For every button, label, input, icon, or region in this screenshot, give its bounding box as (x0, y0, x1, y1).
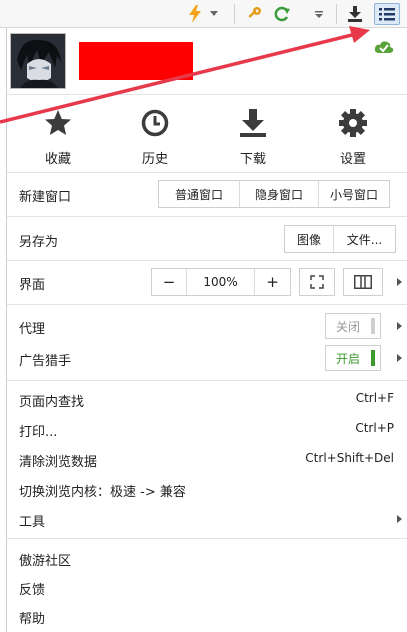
settings-button[interactable]: 设置 (313, 94, 393, 172)
download-label: 下载 (239, 152, 266, 167)
gear-icon (339, 109, 367, 137)
alt-account-window-button[interactable]: 小号窗口 (318, 181, 389, 207)
submenu-arrow-icon (397, 322, 402, 330)
help-item[interactable]: 帮助 (7, 603, 407, 629)
proxy-toggle[interactable]: 关闭 (325, 313, 381, 339)
toolbar-divider (336, 4, 337, 24)
menu-more-icon[interactable] (312, 3, 326, 25)
print-label: 打印... (19, 425, 58, 440)
print-item[interactable]: 打印... Ctrl+P (7, 416, 407, 442)
settings-label: 设置 (339, 152, 366, 167)
submenu-arrow-icon (397, 515, 402, 523)
layout-button[interactable] (343, 268, 383, 296)
tools-item[interactable]: 工具 (7, 506, 407, 532)
zoom-out-button[interactable]: − (152, 269, 186, 295)
toggle-indicator (371, 350, 375, 366)
interface-row: 界面 − 100% + (7, 267, 407, 297)
divider (7, 380, 407, 381)
tools-label: 工具 (19, 515, 46, 530)
divider (7, 172, 407, 173)
switch-kernel-item[interactable]: 切换浏览内核：极速 -> 兼容 (7, 476, 407, 502)
clear-shortcut: Ctrl+Shift+Del (305, 451, 394, 465)
main-menu-button[interactable] (374, 3, 400, 25)
download-icon (240, 109, 266, 137)
zoom-controls: − 100% + (151, 268, 291, 296)
incognito-window-button[interactable]: 隐身窗口 (239, 181, 318, 207)
lightning-icon[interactable] (184, 3, 206, 25)
main-menu-panel: 收藏 历史 下载 设置 新建窗口 普通窗口 隐身窗口 小号窗口 另存为 图像 文… (6, 28, 407, 632)
fullscreen-button[interactable] (299, 268, 335, 296)
adblock-toggle[interactable]: 开启 (325, 345, 381, 371)
find-shortcut: Ctrl+F (355, 391, 394, 405)
save-file-button[interactable]: 文件... (333, 226, 395, 252)
redacted-username (79, 42, 193, 80)
toolbar-divider (234, 4, 235, 24)
quick-actions-bar: 收藏 历史 下载 设置 (7, 94, 407, 172)
find-label: 页面内查找 (19, 395, 85, 410)
clock-icon (141, 109, 169, 137)
favorites-button[interactable]: 收藏 (18, 94, 98, 172)
new-window-buttons: 普通窗口 隐身窗口 小号窗口 (158, 180, 390, 208)
submenu-arrow-icon (397, 278, 402, 286)
save-as-label: 另存为 (19, 235, 59, 250)
zoom-in-button[interactable]: + (254, 269, 290, 295)
key-icon[interactable] (243, 3, 265, 25)
download-icon[interactable] (344, 3, 366, 25)
proxy-row[interactable]: 代理 关闭 (7, 312, 407, 340)
divider (7, 538, 407, 539)
adblock-row[interactable]: 广告猎手 开启 (7, 344, 407, 372)
help-label: 帮助 (19, 612, 46, 627)
columns-icon (354, 275, 372, 289)
community-item[interactable]: 傲游社区 (7, 545, 407, 571)
avatar[interactable] (10, 33, 66, 89)
adblock-state: 开启 (336, 351, 361, 366)
profile-section (7, 28, 407, 94)
save-as-buttons: 图像 文件... (284, 225, 396, 253)
interface-label: 界面 (19, 278, 46, 293)
divider (7, 260, 407, 261)
refresh-icon[interactable] (271, 3, 293, 25)
browser-toolbar (0, 0, 407, 28)
print-shortcut: Ctrl+P (355, 421, 394, 435)
divider (7, 216, 407, 217)
divider (7, 304, 407, 305)
normal-window-button[interactable]: 普通窗口 (159, 181, 239, 207)
submenu-arrow-icon (397, 354, 402, 362)
save-image-button[interactable]: 图像 (285, 226, 333, 252)
clear-data-item[interactable]: 清除浏览数据 Ctrl+Shift+Del (7, 446, 407, 472)
feedback-item[interactable]: 反馈 (7, 574, 407, 600)
save-as-row: 另存为 图像 文件... (7, 224, 407, 254)
download-button[interactable]: 下载 (213, 94, 293, 172)
new-window-row: 新建窗口 普通窗口 隐身窗口 小号窗口 (7, 179, 407, 209)
cloud-sync-icon[interactable] (374, 40, 394, 57)
kernel-label: 切换浏览内核：极速 -> 兼容 (19, 485, 186, 500)
zoom-level: 100% (186, 269, 254, 295)
favorites-label: 收藏 (44, 152, 71, 167)
community-label: 傲游社区 (19, 554, 72, 569)
chevron-down-icon[interactable] (207, 3, 221, 25)
find-in-page-item[interactable]: 页面内查找 Ctrl+F (7, 386, 407, 412)
feedback-label: 反馈 (19, 583, 46, 598)
new-window-label: 新建窗口 (19, 190, 72, 205)
history-button[interactable]: 历史 (115, 94, 195, 172)
proxy-label: 代理 (19, 322, 46, 337)
star-icon (45, 110, 71, 135)
adblock-label: 广告猎手 (19, 354, 72, 369)
history-label: 历史 (141, 152, 168, 167)
fullscreen-icon (310, 275, 324, 289)
clear-label: 清除浏览数据 (19, 455, 98, 470)
proxy-state: 关闭 (336, 319, 361, 334)
list-icon (379, 8, 395, 21)
toggle-indicator (371, 318, 375, 334)
